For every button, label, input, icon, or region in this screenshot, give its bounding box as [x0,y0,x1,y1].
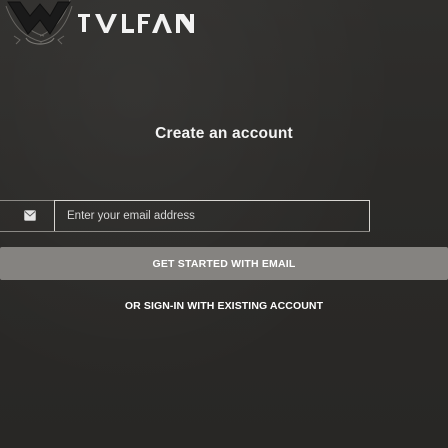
brand-logo-graphic [5,0,194,45]
email-row [0,200,448,232]
email-field[interactable] [54,200,370,232]
brand-logo [0,0,448,70]
sign-in-existing-account-link[interactable]: OR SIGN-IN WITH EXISTING ACCOUNT [0,300,448,312]
envelope-icon [24,210,36,221]
divider-bottom [0,231,370,232]
get-started-with-email-button[interactable]: GET STARTED WITH EMAIL [0,247,448,280]
page-title: Create an account [155,125,293,142]
